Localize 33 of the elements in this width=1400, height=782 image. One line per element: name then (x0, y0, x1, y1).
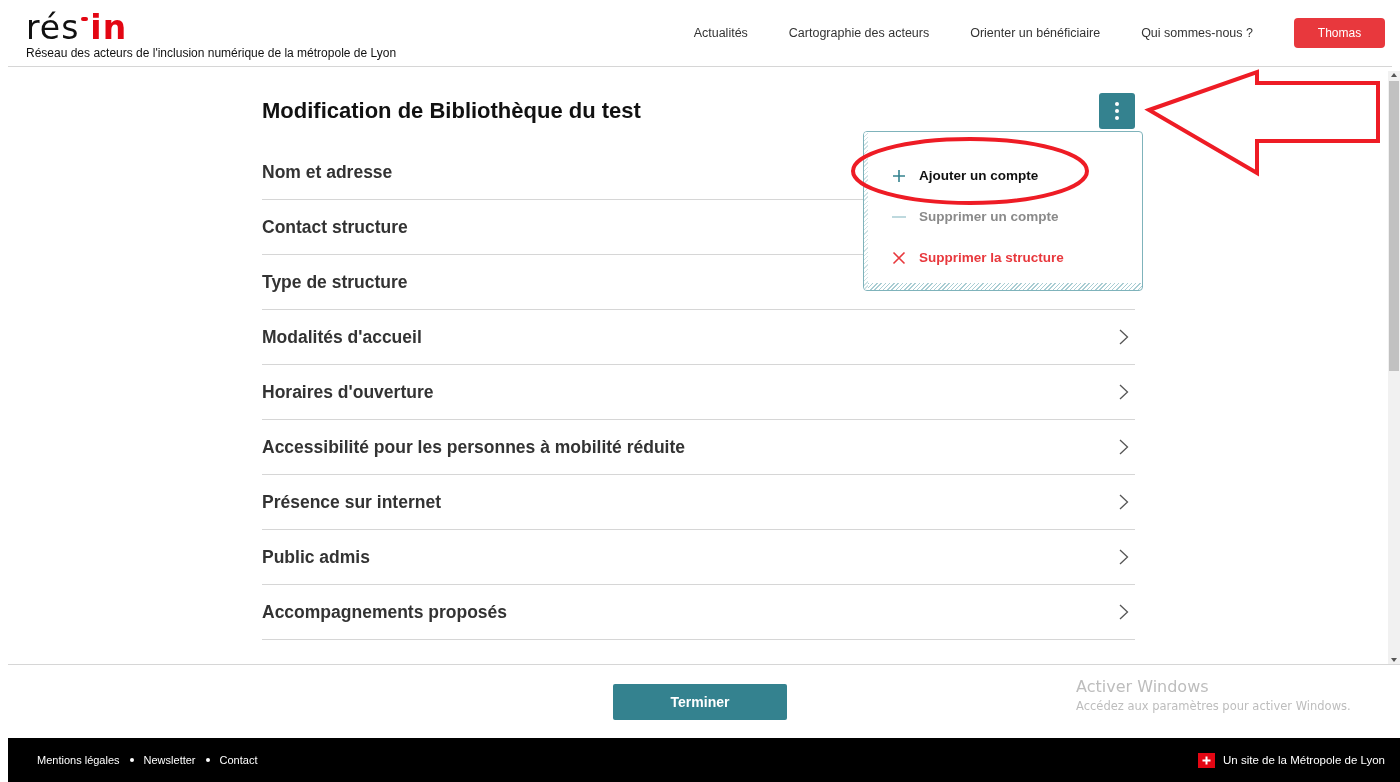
close-icon (892, 250, 906, 265)
page-title: Modification de Bibliothèque du test (262, 98, 641, 124)
chevron-icon (1119, 329, 1129, 345)
chevron-icon (1119, 384, 1129, 400)
section-row[interactable]: Modalités d'accueil (262, 310, 1135, 365)
footer-link[interactable]: Newsletter (143, 754, 196, 766)
footer-link[interactable]: Mentions légales (37, 754, 120, 766)
credit-text: Un site de la Métropole de Lyon (1223, 754, 1385, 766)
nav-link[interactable]: Orienter un bénéficiaire (970, 26, 1101, 40)
user-button[interactable]: Thomas (1294, 18, 1385, 48)
nav-link[interactable]: Cartographie des acteurs (788, 26, 930, 40)
more-menu-button[interactable] (1099, 93, 1135, 129)
nav-link[interactable]: Qui sommes-nous ? (1141, 26, 1253, 40)
nav-link[interactable]: Actualités (693, 26, 748, 40)
section-row[interactable]: Public admis (262, 530, 1135, 585)
chevron-icon (1119, 494, 1129, 510)
activation-text: Accédez aux paramètres pour activer Windows. (1076, 699, 1351, 713)
footer-link[interactable]: Contact (219, 754, 258, 766)
finish-button[interactable]: Terminer (613, 683, 787, 720)
chevron-icon (1119, 604, 1129, 620)
scrollbar[interactable] (1388, 71, 1400, 664)
section-row[interactable]: Présence sur internet (262, 475, 1135, 530)
activation-title: Activer Windows (1076, 677, 1210, 696)
chevron-icon (1119, 439, 1129, 455)
section-row[interactable]: Accompagnements proposés (262, 585, 1135, 640)
chevron-icon (1119, 549, 1129, 565)
plus-icon (892, 168, 906, 183)
minus-icon (892, 215, 906, 218)
logo[interactable]: rés in (26, 10, 694, 43)
cross-logo-icon (1198, 752, 1216, 768)
section-row[interactable]: Accessibilité pour les personnes à mobilité réduite (262, 420, 1135, 475)
site-tagline: Réseau des acteurs de l'inclusion numérique de la métropole de Lyon (26, 45, 398, 60)
section-row[interactable]: Horaires d'ouverture (262, 365, 1135, 420)
